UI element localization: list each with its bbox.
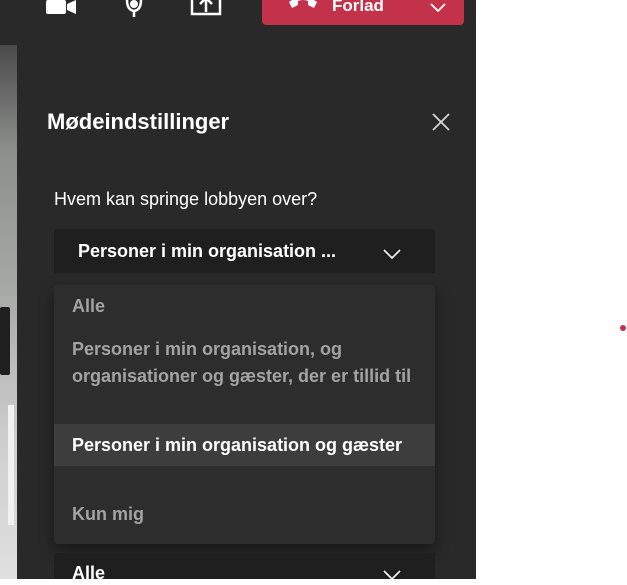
option-alle[interactable]: Alle bbox=[54, 293, 435, 320]
option-org-and-guests[interactable]: Personer i min organisation og gæster bbox=[54, 424, 435, 466]
red-dot bbox=[620, 325, 626, 331]
call-toolbar: Forlad bbox=[0, 0, 476, 45]
leave-button[interactable]: Forlad bbox=[262, 0, 464, 25]
chevron-down-icon bbox=[383, 567, 401, 585]
chevron-down-icon[interactable] bbox=[430, 0, 446, 18]
second-select[interactable]: Alle bbox=[54, 553, 435, 583]
share-screen-icon[interactable] bbox=[190, 0, 224, 20]
chevron-down-icon bbox=[383, 246, 401, 264]
option-org-trusted-guests[interactable]: Personer i min organisation, og organisa… bbox=[54, 336, 435, 390]
meeting-settings-panel: Mødeindstillinger Hvem kan springe lobby… bbox=[17, 45, 476, 583]
lobby-bypass-options: Alle Personer i min organisation, og org… bbox=[54, 285, 435, 544]
microphone-icon[interactable] bbox=[120, 0, 148, 20]
leave-label: Forlad bbox=[332, 0, 384, 15]
second-select-value: Alle bbox=[72, 563, 106, 583]
panel-title: Mødeindstillinger bbox=[47, 109, 230, 134]
camera-icon[interactable] bbox=[44, 0, 78, 20]
lobby-bypass-select[interactable]: Personer i min organisation ... bbox=[54, 229, 435, 273]
select-value: Personer i min organisation ... bbox=[78, 241, 337, 261]
option-only-me[interactable]: Kun mig bbox=[54, 501, 435, 528]
lobby-bypass-label: Hvem kan springe lobbyen over? bbox=[54, 189, 318, 209]
close-icon[interactable] bbox=[431, 112, 451, 132]
phone-hangup-icon bbox=[286, 0, 320, 21]
video-feed bbox=[0, 45, 17, 579]
